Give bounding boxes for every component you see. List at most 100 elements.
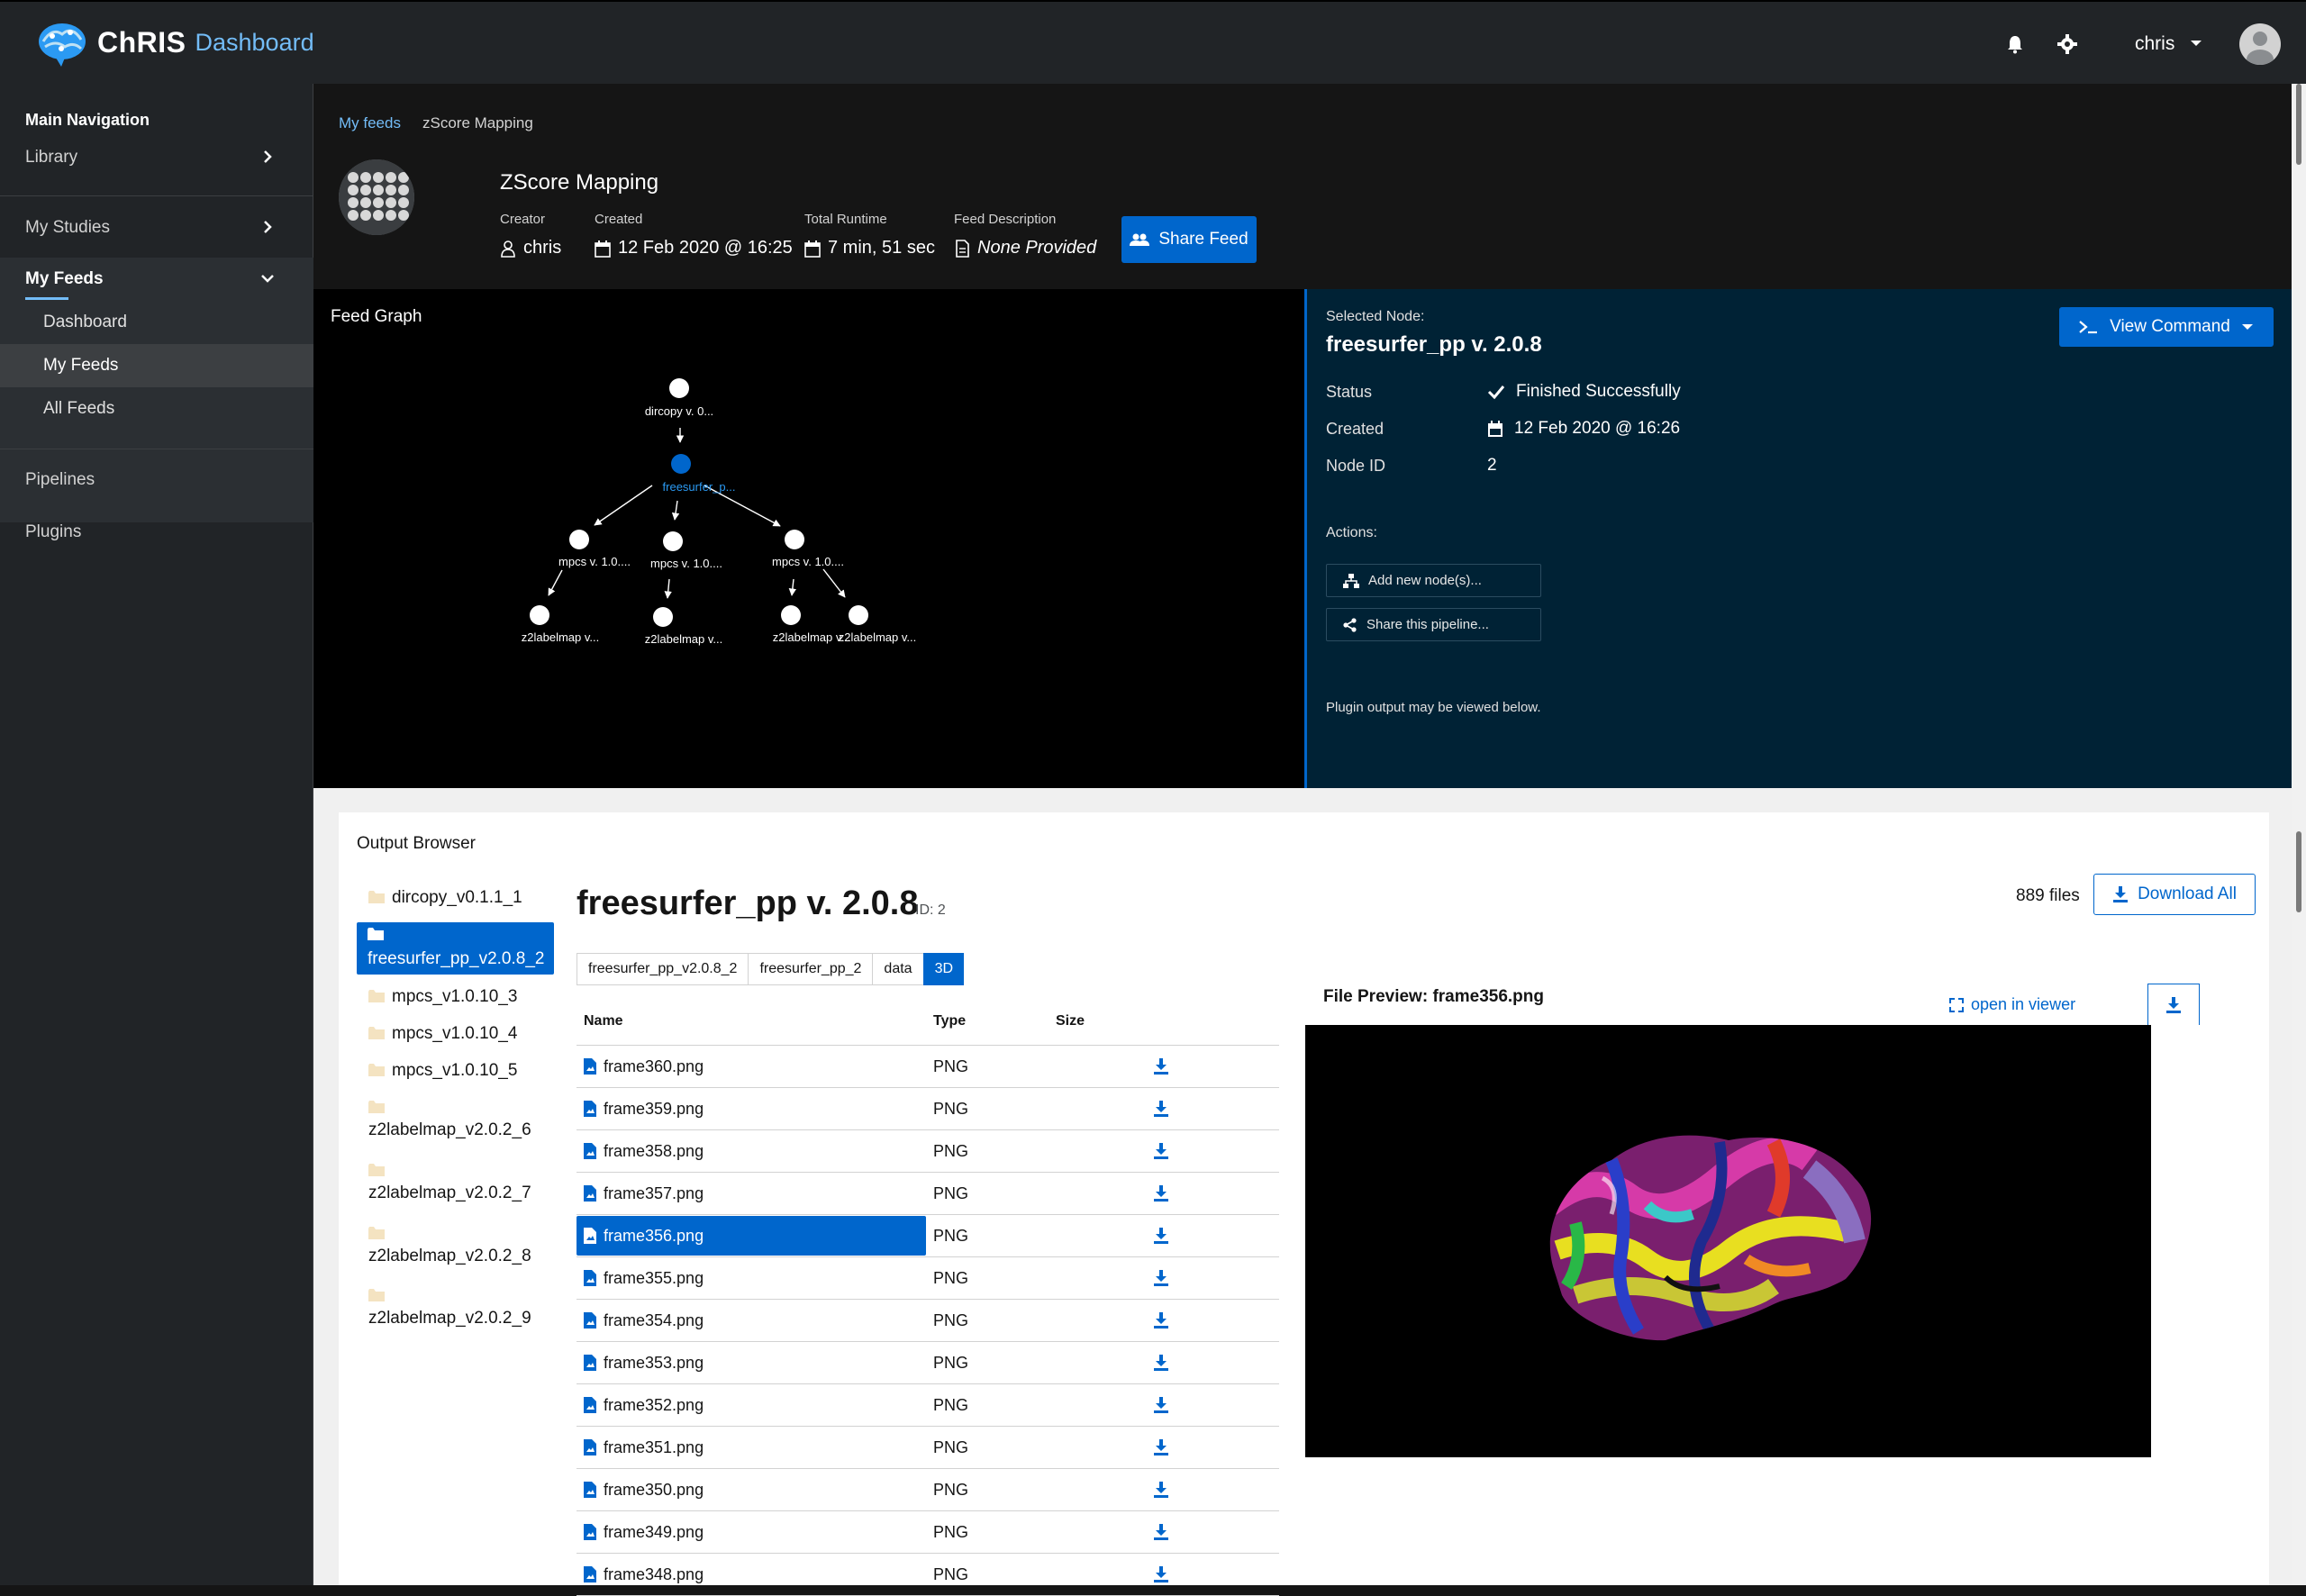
path-segment[interactable]: freesurfer_pp_v2.0.8_2 (576, 953, 749, 985)
table-row[interactable]: frame351.png PNG (576, 1427, 1279, 1469)
file-name-cell[interactable]: frame359.png (576, 1100, 926, 1119)
download-icon[interactable] (1153, 1101, 1169, 1117)
column-header-name[interactable]: Name (576, 1013, 926, 1029)
svg-text:z2labelmap v...: z2labelmap v... (645, 632, 722, 646)
status-text: Finished Successfully (1516, 382, 1681, 401)
column-header-type[interactable]: Type (926, 1013, 1049, 1029)
sidebar-item-pipelines[interactable]: Pipelines (0, 458, 313, 502)
share-feed-button[interactable]: Share Feed (1121, 216, 1257, 263)
table-row[interactable]: frame360.png PNG (576, 1046, 1279, 1088)
caret-down-icon (2241, 324, 2253, 330)
download-all-button[interactable]: Download All (2093, 874, 2256, 915)
sidebar-item-library[interactable]: Library (0, 136, 313, 179)
directory-item[interactable]: dircopy_v0.1.1_1 (357, 888, 554, 908)
download-icon[interactable] (1153, 1439, 1169, 1455)
download-icon[interactable] (1153, 1312, 1169, 1328)
download-icon[interactable] (1153, 1270, 1169, 1286)
file-name-cell[interactable]: frame353.png (576, 1354, 926, 1373)
sidebar-item-plugins[interactable]: Plugins (0, 511, 313, 554)
file-name-cell[interactable]: frame357.png (576, 1184, 926, 1203)
table-row[interactable]: frame352.png PNG (576, 1384, 1279, 1427)
download-icon[interactable] (1153, 1228, 1169, 1244)
file-name-cell[interactable]: frame355.png (576, 1269, 926, 1288)
download-icon[interactable] (1153, 1524, 1169, 1540)
directory-item[interactable]: mpcs_v1.0.10_3 (357, 987, 554, 1007)
open-in-viewer-link[interactable]: open in viewer (1949, 995, 2075, 1014)
file-name-cell[interactable]: frame360.png (576, 1057, 926, 1076)
file-image-icon (584, 1355, 596, 1371)
table-row[interactable]: frame354.png PNG (576, 1300, 1279, 1342)
graph-node-3[interactable]: mpcs v. 1.0.... (558, 530, 631, 568)
gear-icon[interactable] (2057, 34, 2077, 54)
directory-item[interactable]: z2labelmap_v2.0.2_6 (357, 1101, 554, 1140)
table-row[interactable]: frame357.png PNG (576, 1173, 1279, 1215)
graph-node-2-selected[interactable]: freesurfer_p... (663, 454, 736, 494)
svg-text:mpcs v. 1.0....: mpcs v. 1.0.... (650, 557, 722, 570)
user-menu-toggle[interactable]: chris (2135, 33, 2174, 55)
table-row[interactable]: frame353.png PNG (576, 1342, 1279, 1384)
file-name-cell[interactable]: frame351.png (576, 1438, 926, 1457)
share-pipeline-button[interactable]: Share this pipeline... (1326, 608, 1541, 641)
column-header-size[interactable]: Size (1049, 1013, 1279, 1029)
directory-item[interactable]: z2labelmap_v2.0.2_8 (357, 1227, 554, 1266)
caret-down-icon[interactable] (2189, 36, 2203, 50)
sidebar-subitem-my-feeds[interactable]: My Feeds (0, 344, 313, 387)
page-scrollbar[interactable] (2292, 84, 2306, 1585)
file-type-cell: PNG (933, 1268, 969, 1287)
graph-node-5[interactable]: mpcs v. 1.0.... (772, 530, 844, 568)
path-segment-current[interactable]: 3D (922, 953, 965, 985)
path-segment[interactable]: data (872, 953, 923, 985)
graph-node-6[interactable]: z2labelmap v... (522, 605, 599, 644)
table-row[interactable]: frame348.png PNG (576, 1554, 1279, 1596)
table-row[interactable]: frame350.png PNG (576, 1469, 1279, 1511)
download-icon[interactable] (1153, 1397, 1169, 1413)
bell-icon[interactable] (2005, 34, 2025, 54)
file-name-cell[interactable]: frame354.png (576, 1311, 926, 1330)
file-name-cell[interactable]: frame350.png (576, 1481, 926, 1500)
file-name: frame359.png (604, 1099, 704, 1118)
download-icon[interactable] (1153, 1185, 1169, 1202)
download-icon[interactable] (1153, 1566, 1169, 1582)
graph-node-4[interactable]: mpcs v. 1.0.... (650, 531, 722, 570)
graph-node-1[interactable]: dircopy v. 0... (645, 378, 713, 418)
table-row[interactable]: frame358.png PNG (576, 1130, 1279, 1173)
directory-item[interactable]: mpcs_v1.0.10_4 (357, 1024, 554, 1044)
status-key: Status (1326, 383, 1373, 401)
preview-download-button[interactable] (2147, 984, 2200, 1025)
files-count: 889 files (2016, 886, 2080, 905)
graph-node-9[interactable]: z2labelmap v... (839, 605, 916, 644)
path-segment[interactable]: freesurfer_pp_2 (748, 953, 873, 985)
directory-item[interactable]: freesurfer_pp_v2.0.8_2 (357, 922, 554, 975)
download-icon[interactable] (1153, 1058, 1169, 1075)
download-icon[interactable] (1153, 1143, 1169, 1159)
file-name-cell[interactable]: frame356.png (576, 1216, 926, 1256)
file-name-cell[interactable]: frame348.png (576, 1565, 926, 1584)
breadcrumb-link-my-feeds[interactable]: My feeds (339, 114, 401, 132)
file-name-cell[interactable]: frame349.png (576, 1523, 926, 1542)
node-id-value: 2 (1487, 456, 1497, 476)
download-icon[interactable] (1153, 1482, 1169, 1498)
sidebar-item-my-feeds[interactable]: My Feeds (0, 258, 313, 301)
svg-text:z2labelmap v...: z2labelmap v... (522, 630, 599, 644)
scrollbar-thumb[interactable] (2296, 84, 2301, 165)
directory-item[interactable]: z2labelmap_v2.0.2_7 (357, 1164, 554, 1203)
sidebar-subitem-all-feeds[interactable]: All Feeds (0, 387, 313, 431)
sidebar-subitem-dashboard[interactable]: Dashboard (0, 301, 313, 344)
add-node-button[interactable]: Add new node(s)... (1326, 564, 1541, 597)
brand[interactable]: ChRIS Dashboard (34, 18, 314, 67)
file-name-cell[interactable]: frame352.png (576, 1396, 926, 1415)
table-row[interactable]: frame359.png PNG (576, 1088, 1279, 1130)
table-row[interactable]: frame356.png PNG (576, 1215, 1279, 1257)
table-row[interactable]: frame349.png PNG (576, 1511, 1279, 1554)
directory-item[interactable]: z2labelmap_v2.0.2_9 (357, 1289, 554, 1328)
sidebar-item-my-studies[interactable]: My Studies (0, 206, 313, 249)
download-icon (2166, 996, 2181, 1013)
scrollbar-thumb[interactable] (2296, 831, 2301, 912)
file-name-cell[interactable]: frame358.png (576, 1142, 926, 1161)
download-icon[interactable] (1153, 1355, 1169, 1371)
graph-node-7[interactable]: z2labelmap v... (645, 607, 722, 646)
view-command-button[interactable]: View Command (2059, 307, 2274, 347)
table-row[interactable]: frame355.png PNG (576, 1257, 1279, 1300)
avatar[interactable] (2239, 23, 2281, 65)
directory-item[interactable]: mpcs_v1.0.10_5 (357, 1061, 554, 1081)
